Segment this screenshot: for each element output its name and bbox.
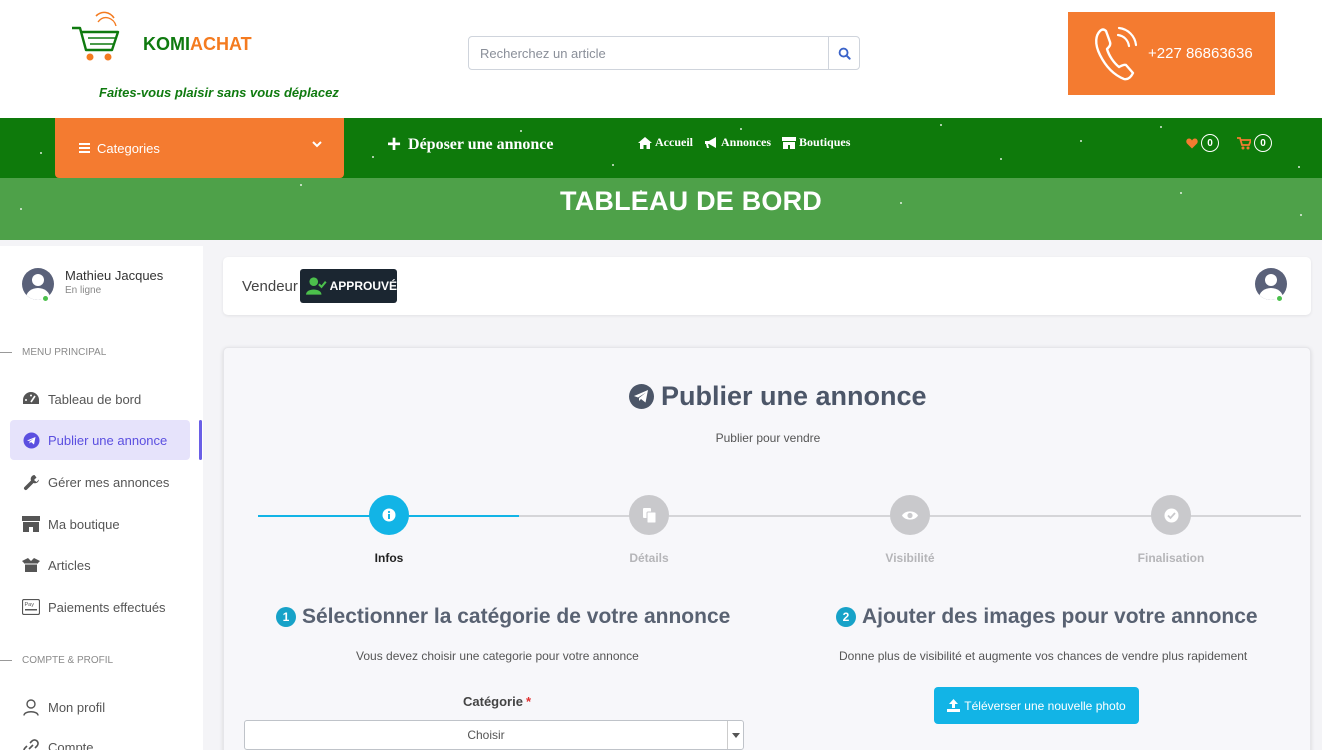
link-icon bbox=[23, 739, 39, 750]
pay-icon: Pay bbox=[22, 599, 40, 615]
caret-down-icon bbox=[731, 732, 740, 738]
section-category-heading: 1 Sélectionner la catégorie de votre ann… bbox=[276, 605, 730, 629]
chevron-down-icon bbox=[312, 141, 322, 148]
user-check-icon bbox=[306, 277, 327, 295]
sidebar-item-tableau-de-bord[interactable]: Tableau de bord bbox=[10, 379, 190, 419]
section-category-desc: Vous devez choisir une categorie pour vo… bbox=[356, 649, 639, 663]
step-label-infos: Infos bbox=[374, 551, 404, 565]
section-images-heading: 2 Ajouter des images pour votre annonce bbox=[836, 605, 1258, 629]
search-button[interactable] bbox=[828, 37, 859, 69]
step-infos[interactable] bbox=[369, 495, 409, 535]
slogan: Faites-vous plaisir sans vous déplacez bbox=[99, 85, 339, 100]
step-number-1: 1 bbox=[276, 607, 296, 627]
search-input[interactable] bbox=[469, 37, 828, 69]
wishlist-count: 0 bbox=[1201, 134, 1219, 152]
sidebar-item-gerer-annonces[interactable]: Gérer mes annonces bbox=[10, 462, 190, 502]
step-finalisation[interactable] bbox=[1151, 495, 1191, 535]
vendeur-label: Vendeur bbox=[242, 278, 298, 295]
step-details[interactable] bbox=[629, 495, 669, 535]
user-name: Mathieu Jacques bbox=[65, 268, 164, 283]
section-compte-profil: COMPTE & PROFIL bbox=[22, 655, 114, 666]
sidebar-item-articles[interactable]: Articles bbox=[10, 545, 190, 585]
search-icon bbox=[838, 47, 851, 60]
dashboard-icon bbox=[23, 392, 39, 404]
phone-number: +227 86863636 bbox=[1148, 45, 1253, 62]
menu-icon bbox=[79, 143, 90, 153]
section-images-desc: Donne plus de visibilité et augmente vos… bbox=[839, 649, 1248, 663]
upload-photo-button[interactable]: Téléverser une nouvelle photo bbox=[934, 687, 1139, 724]
step-label-details: Détails bbox=[629, 551, 669, 565]
nav-link-boutiques[interactable]: Boutiques bbox=[782, 135, 850, 150]
category-field-label: Catégorie * bbox=[463, 694, 532, 709]
section-main-menu: MENU PRINCIPAL bbox=[22, 347, 107, 358]
shopping-cart-logo-icon bbox=[72, 11, 120, 61]
svg-text:Pay: Pay bbox=[25, 602, 35, 608]
nav-link-accueil[interactable]: Accueil bbox=[638, 135, 693, 150]
brand-name: KOMIACHAT bbox=[143, 34, 252, 54]
step-visibilite[interactable] bbox=[890, 495, 930, 535]
deposer-annonce-label: Déposer une annonce bbox=[408, 136, 554, 153]
phone-icon bbox=[1095, 26, 1138, 80]
sidebar-item-mon-profil[interactable]: Mon profil bbox=[10, 687, 190, 727]
publish-title: Publier une annonce bbox=[629, 381, 927, 412]
phone-contact[interactable]: +227 86863636 bbox=[1068, 12, 1275, 95]
nav-links: Accueil Annonces Boutiques bbox=[638, 135, 850, 150]
user-icon bbox=[23, 698, 39, 716]
category-select-value: Choisir bbox=[467, 728, 505, 742]
sidebar-item-ma-boutique[interactable]: Ma boutique bbox=[10, 504, 190, 544]
status-badge: APPROUVÉ bbox=[300, 269, 397, 303]
nav-link-annonces[interactable]: Annonces bbox=[704, 135, 771, 150]
cart-button[interactable]: 0 bbox=[1237, 134, 1272, 152]
cart-count: 0 bbox=[1254, 134, 1272, 152]
online-indicator bbox=[41, 294, 50, 303]
user-status: En ligne bbox=[65, 285, 102, 296]
wishlist-button[interactable]: 0 bbox=[1186, 134, 1219, 152]
telegram-icon bbox=[634, 390, 648, 403]
store-icon bbox=[22, 516, 40, 532]
home-icon bbox=[638, 136, 652, 149]
sidebar-item-compte[interactable]: Compte bbox=[10, 727, 190, 750]
deposer-annonce-link[interactable]: + Déposer une annonce bbox=[387, 131, 554, 158]
category-select[interactable]: Choisir bbox=[244, 720, 744, 750]
info-icon bbox=[382, 508, 396, 522]
step-label-visibilite: Visibilité bbox=[885, 551, 935, 565]
upload-icon bbox=[947, 699, 961, 712]
search-bar bbox=[468, 36, 860, 70]
documents-icon bbox=[642, 507, 656, 523]
step-number-2: 2 bbox=[836, 607, 856, 627]
categories-dropdown-button[interactable]: Categories bbox=[55, 118, 344, 178]
online-indicator-right bbox=[1275, 294, 1284, 303]
box-icon bbox=[22, 557, 40, 572]
page-title: TABLEAU DE BORD bbox=[560, 186, 822, 216]
store-icon bbox=[782, 136, 797, 149]
sidebar-item-paiements[interactable]: Pay Paiements effectués bbox=[10, 587, 190, 627]
cart-icon bbox=[1237, 136, 1251, 149]
plus-icon: + bbox=[387, 131, 402, 158]
megaphone-icon bbox=[705, 136, 716, 148]
heart-icon bbox=[1186, 138, 1198, 148]
categories-label: Categories bbox=[97, 140, 160, 156]
eye-icon bbox=[902, 510, 918, 520]
wrench-icon bbox=[23, 474, 39, 490]
publish-subtitle: Publier pour vendre bbox=[715, 431, 821, 445]
step-label-finalisation: Finalisation bbox=[1137, 551, 1205, 565]
check-icon bbox=[1164, 508, 1178, 522]
